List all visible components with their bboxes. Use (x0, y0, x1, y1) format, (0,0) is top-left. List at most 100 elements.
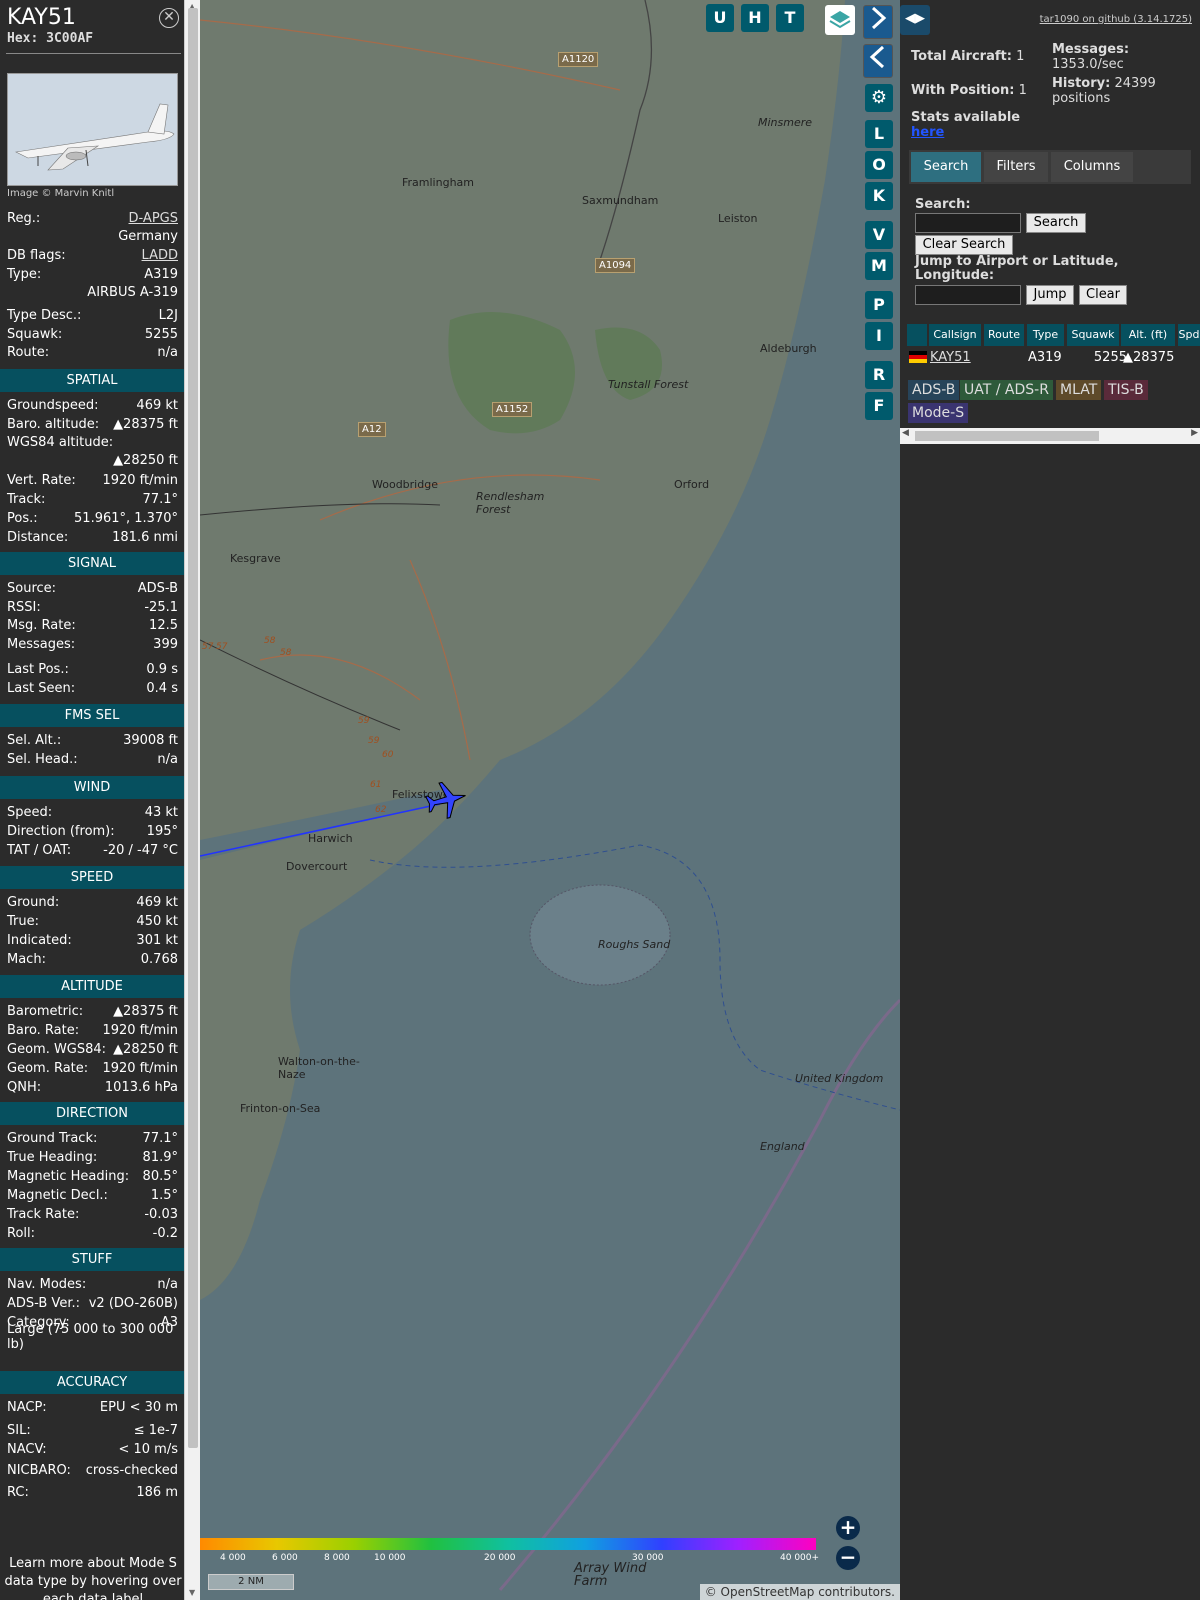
stats-link[interactable]: here (911, 125, 944, 140)
clear-search-button[interactable]: Clear Search (915, 235, 1013, 255)
table-scrollbar[interactable]: ◀ ▶ (900, 428, 1200, 444)
field-label: TAT / OAT: (7, 842, 72, 858)
route-row: Route: n/a (7, 344, 178, 360)
col-header[interactable]: Route (984, 324, 1024, 346)
callsign-link[interactable]: KAY51 (930, 348, 971, 368)
tab-search[interactable]: Search (911, 152, 981, 182)
map-toggle-m[interactable]: M (865, 252, 893, 280)
map-toggle-l[interactable]: L (865, 120, 893, 148)
aircraft-detail-panel: KAY51 Hex: 3C00AF ✕ Image © Marvin Knitl… (0, 0, 184, 1600)
layers-button[interactable] (825, 5, 855, 35)
map-place-label: Dovercourt (286, 860, 348, 873)
altitude-tick-label: 10 000 (374, 1553, 406, 1563)
map-toggle-i[interactable]: I (865, 322, 893, 350)
field-value: ▲28375 ft (113, 416, 178, 432)
field-label: NICBARO: (7, 1462, 71, 1478)
map-toggle-t[interactable]: T (776, 4, 804, 32)
zoom-out-button[interactable]: − (836, 1546, 860, 1570)
section-accuracy[interactable]: ACCURACY (0, 1371, 184, 1394)
registration-link[interactable]: D-APGS (129, 211, 178, 226)
col-header[interactable]: Alt. (ft) (1121, 324, 1175, 346)
field-label: Messages: (7, 636, 76, 652)
category-desc: Large (75 000 to 300 000 lb) (7, 1322, 174, 1352)
map-toggle-h[interactable]: H (741, 4, 769, 32)
field-label: SIL: (7, 1422, 31, 1438)
section-altitude[interactable]: ALTITUDE (0, 975, 184, 998)
map-toggle-v[interactable]: V (865, 221, 893, 249)
field-label: Magnetic Heading: (7, 1168, 130, 1184)
col-header[interactable]: Squawk (1067, 324, 1119, 346)
map-toggle-p[interactable]: P (865, 291, 893, 319)
tab-columns[interactable]: Columns (1051, 152, 1133, 182)
field-label: RC: (7, 1484, 29, 1500)
altitude-tick-label: 8 000 (324, 1553, 350, 1563)
altitude-row: QNH: 1013.6 hPa (7, 1078, 178, 1096)
zoom-in-button[interactable]: + (836, 1516, 860, 1540)
field-label: Pos.: (7, 510, 38, 526)
github-link[interactable]: tar1090 on github (3.14.1725) (1040, 14, 1192, 25)
map-place-label: Frinton-on-Sea (240, 1102, 321, 1115)
detail-scrollbar[interactable]: ▲ ▼ (184, 0, 200, 1600)
col-header[interactable]: Spd (1178, 324, 1200, 346)
close-icon[interactable]: ✕ (159, 8, 179, 28)
signal-row: Last Pos.: 0.9 s (7, 660, 178, 678)
spatial-row: Groundspeed: 469 kt (7, 396, 178, 414)
collapse-sidebar-button[interactable] (863, 44, 893, 78)
toggle-layout-button[interactable]: ◀▶ (900, 5, 930, 35)
map-toggle-o[interactable]: O (865, 151, 893, 179)
section-speed[interactable]: SPEED (0, 866, 184, 889)
accuracy-row: RC: 186 m (7, 1483, 178, 1501)
aircraft-photo[interactable] (7, 73, 178, 186)
field-label: Msg. Rate: (7, 617, 76, 633)
map-place-label: Orford (674, 478, 710, 491)
dbflags-link[interactable]: LADD (142, 248, 178, 263)
search-input[interactable] (915, 213, 1021, 233)
field-value: 77.1° (142, 491, 178, 507)
section-spatial[interactable]: SPATIAL (0, 369, 184, 392)
spatial-row: Vert. Rate: 1920 ft/min (7, 471, 178, 489)
section-wind[interactable]: WIND (0, 776, 184, 799)
aircraft-icon[interactable] (424, 778, 468, 822)
field-value: 51.961°, 1.370° (74, 510, 178, 526)
map-place-label: Framlingham (402, 176, 474, 189)
map-toggle-r[interactable]: R (865, 361, 893, 389)
direction-row: Ground Track: 77.1° (7, 1129, 178, 1147)
altitude-legend (200, 1538, 816, 1550)
spatial-row: WGS84 altitude: (7, 433, 178, 451)
road-label: A1094 (595, 258, 636, 273)
field-label: Nav. Modes: (7, 1276, 87, 1292)
jump-input[interactable] (915, 285, 1021, 305)
map-toggle-f[interactable]: F (865, 392, 893, 420)
section-stuff[interactable]: STUFF (0, 1248, 184, 1271)
jump-clear-button[interactable]: Clear (1079, 285, 1127, 305)
field-value: EPU < 30 m (99, 1399, 178, 1415)
section-signal[interactable]: SIGNAL (0, 552, 184, 575)
settings-button[interactable]: ⚙ (865, 84, 893, 112)
col-header[interactable]: Type (1027, 324, 1064, 346)
tab-filters[interactable]: Filters (984, 152, 1048, 182)
total-aircraft: 1 (1016, 49, 1025, 64)
section-direction[interactable]: DIRECTION (0, 1102, 184, 1125)
field-value: < 10 m/s (118, 1441, 178, 1457)
field-label: NACV: (7, 1441, 47, 1457)
search-button[interactable]: Search (1026, 213, 1086, 233)
sidebar-panel: ◀▶ tar1090 on github (3.14.1725) Total A… (900, 0, 1200, 1600)
field-label: Baro. Rate: (7, 1022, 80, 1038)
map-toggle-k[interactable]: K (865, 182, 893, 210)
reg-row: Reg.: D-APGS (7, 209, 178, 227)
map-toggle-u[interactable]: U (706, 4, 734, 32)
map-view[interactable]: Framlingham Saxmundham Leiston Minsmere Tuns… (200, 0, 900, 1600)
jump-button[interactable]: Jump (1026, 285, 1074, 305)
map-place-label: Rendlesham Forest (476, 490, 545, 516)
field-value: 186 m (136, 1484, 178, 1500)
field-value: ADS-B (137, 580, 178, 596)
section-fms[interactable]: FMS SEL (0, 704, 184, 727)
col-header[interactable]: Callsign (929, 324, 981, 346)
chevron-right-icon (871, 6, 887, 30)
with-position: 1 (1018, 83, 1027, 98)
field-label: Source: (7, 580, 57, 596)
field-value: 0.768 (140, 951, 178, 967)
type-full: AIRBUS A-319 (87, 285, 178, 300)
field-value: 43 kt (144, 804, 178, 820)
expand-sidebar-button[interactable] (863, 5, 893, 39)
